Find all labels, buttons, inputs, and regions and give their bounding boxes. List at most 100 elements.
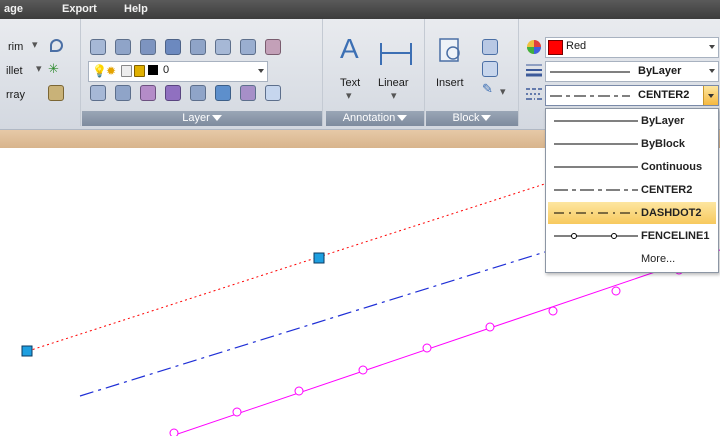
layer-copy-icon[interactable] (140, 85, 156, 101)
linetype-value: CENTER2 (638, 89, 690, 101)
linetype-option-preview (554, 233, 638, 239)
annotation-panel-title-text: Annotation (342, 112, 396, 124)
linetype-option-preview (554, 166, 638, 168)
color-wheel-icon[interactable] (526, 39, 542, 55)
red-dotted-line[interactable] (27, 178, 561, 352)
fence-marker (485, 322, 495, 332)
explode-icon[interactable]: ✳ (48, 61, 59, 77)
layer-panel-title[interactable]: Layer (82, 111, 322, 126)
linetype-icon[interactable] (525, 86, 543, 102)
layer-properties-icon[interactable] (90, 39, 106, 55)
layer-panel: 💡 ✹ 0 Layer (82, 19, 323, 126)
layer-combo[interactable]: 💡 ✹ 0 (88, 61, 268, 82)
linetype-option-bylayer[interactable]: ByLayer (548, 110, 716, 132)
modify-panel: rim ▾ illet ▾ ✳ rray (0, 19, 81, 126)
fillet-dropdown-icon[interactable]: ▾ (36, 62, 42, 75)
linetype-option-continuous[interactable]: Continuous (548, 156, 716, 178)
fence-marker (232, 407, 242, 417)
grip-square[interactable] (313, 252, 325, 264)
stretch-icon[interactable] (48, 85, 64, 101)
linetype-dropdown-button[interactable] (703, 86, 718, 105)
lineweight-combo[interactable]: ByLayer (545, 61, 719, 82)
layer-on-icon: 💡 (92, 64, 107, 78)
linetype-option-preview (554, 189, 638, 191)
linetype-combo[interactable]: CENTER2 (545, 85, 719, 106)
fence-marker (611, 286, 621, 296)
fillet-button-label[interactable]: illet (6, 65, 23, 77)
layer-walk-icon[interactable] (115, 85, 131, 101)
layer-off-icon[interactable] (265, 39, 281, 55)
array-button-label[interactable]: rray (6, 89, 25, 101)
layer-combo-arrow-icon (258, 69, 264, 73)
color-combo[interactable]: Red (545, 37, 719, 58)
linetype-option-label: More... (641, 253, 676, 265)
layer-vp-freeze-icon[interactable] (240, 85, 256, 101)
linetype-option-label: ByBlock (641, 138, 686, 150)
panel-expand-icon (481, 115, 492, 122)
lineweight-value: ByLayer (638, 65, 682, 77)
linear-button-label[interactable]: Linear (378, 77, 409, 89)
text-button-label[interactable]: Text (340, 77, 360, 89)
layer-delete-icon[interactable] (190, 85, 206, 101)
fence-marker (422, 343, 432, 353)
layer-make-current-icon[interactable] (90, 85, 106, 101)
block-panel-title[interactable]: Block (426, 111, 518, 126)
color-swatch (548, 40, 563, 55)
insert-block-icon[interactable] (438, 37, 464, 65)
color-value: Red (566, 40, 587, 52)
linetype-option-byblock[interactable]: ByBlock (548, 133, 716, 155)
fence-marker (169, 428, 179, 436)
layer-lock-all-icon[interactable] (215, 85, 231, 101)
linetype-option-dashdot2[interactable]: DASHDOT2 (548, 202, 716, 224)
linetype-option-fenceline1[interactable]: FENCELINE1 (548, 225, 716, 247)
layer-color-icon (148, 65, 158, 75)
layer-name: 0 (163, 64, 170, 76)
create-block-icon[interactable] (482, 39, 498, 55)
block-panel: Insert ✎ ▾ Block (426, 19, 519, 126)
linetype-option-preview (554, 212, 638, 214)
erase-icon[interactable] (50, 39, 63, 52)
insert-button-label[interactable]: Insert (436, 77, 464, 89)
linetype-option-label: ByLayer (641, 115, 685, 127)
text-icon[interactable]: A (340, 33, 359, 65)
magenta-fence-line[interactable] (160, 249, 720, 436)
linetype-option-center2[interactable]: CENTER2 (548, 179, 716, 201)
linetype-option-label: CENTER2 (641, 184, 693, 196)
menu-item-help[interactable]: Help (124, 3, 148, 15)
blue-dashdot-line[interactable] (79, 251, 546, 397)
annotation-panel: A Text ▾ Linear ▾ Annotation (326, 19, 425, 126)
layer-translate-icon[interactable] (265, 85, 281, 101)
block-dropdown-icon[interactable]: ▾ (500, 85, 506, 98)
linetype-preview (550, 95, 630, 97)
linetype-option-label: DASHDOT2 (641, 207, 702, 219)
lineweight-icon[interactable] (525, 62, 543, 78)
linetype-option-preview (554, 120, 638, 122)
linear-dropdown-icon[interactable]: ▾ (391, 89, 397, 102)
text-dropdown-icon[interactable]: ▾ (346, 89, 352, 102)
lineweight-preview (550, 71, 630, 73)
block-attribute-icon[interactable]: ✎ (482, 81, 493, 97)
layer-merge-icon[interactable] (165, 85, 181, 101)
menu-item-image[interactable]: age (4, 3, 23, 15)
block-panel-title-text: Block (452, 112, 480, 124)
menu-item-export[interactable]: Export (62, 3, 97, 15)
layer-unisolate-icon[interactable] (215, 39, 231, 55)
layer-match-icon[interactable] (140, 39, 156, 55)
layer-panel-title-text: Layer (182, 112, 210, 124)
trim-dropdown-icon[interactable]: ▾ (32, 38, 38, 51)
linetype-option-more[interactable]: More... (548, 248, 716, 270)
layer-state-icon[interactable] (115, 39, 131, 55)
lineweight-combo-arrow-icon (709, 69, 715, 73)
linetype-option-label: FENCELINE1 (641, 230, 710, 242)
layer-isolate-icon[interactable] (190, 39, 206, 55)
grip-square[interactable] (21, 345, 33, 357)
layer-previous-icon[interactable] (165, 39, 181, 55)
edit-block-icon[interactable] (482, 61, 498, 77)
layer-freeze-icon[interactable] (240, 39, 256, 55)
trim-button-label[interactable]: rim (8, 41, 23, 53)
layer-lock-icon (134, 65, 145, 77)
fence-marker (358, 365, 368, 375)
linear-dimension-icon[interactable] (378, 41, 414, 67)
layer-vp-icon (121, 65, 132, 77)
annotation-panel-title[interactable]: Annotation (326, 111, 424, 126)
